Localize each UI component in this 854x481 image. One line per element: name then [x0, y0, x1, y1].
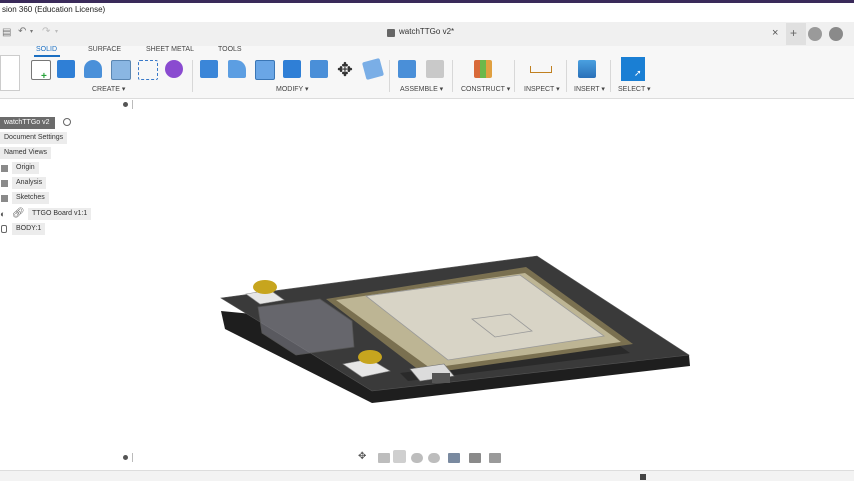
construct-menu[interactable]: CONSTRUCT ▾	[461, 85, 510, 93]
comments-resize-handle[interactable]	[132, 453, 133, 462]
app-title: sion 360 (Education License)	[2, 5, 106, 14]
help-icon[interactable]	[829, 27, 843, 41]
button-bottom-cap	[358, 350, 382, 364]
measure-icon[interactable]	[530, 66, 552, 73]
inspect-menu[interactable]: INSPECT ▾	[524, 85, 560, 93]
active-tab-indicator	[34, 55, 60, 57]
create-form-icon[interactable]	[165, 60, 183, 78]
plus-green-icon: +	[41, 71, 47, 82]
viewport-canvas[interactable]	[0, 111, 854, 449]
plus-icon: +	[790, 26, 798, 40]
pattern-icon[interactable]	[138, 60, 158, 80]
shell-icon[interactable]	[283, 60, 301, 78]
board-model[interactable]	[220, 255, 690, 403]
timeline-marker-icon[interactable]	[640, 474, 646, 480]
fit-icon[interactable]	[428, 453, 440, 463]
press-pull-icon[interactable]	[200, 60, 218, 78]
display-settings-icon[interactable]	[448, 453, 460, 463]
undo-icon[interactable]: ↶	[18, 26, 26, 37]
separator	[566, 60, 567, 92]
button-top-cap	[253, 280, 277, 294]
design-workspace-switcher[interactable]	[0, 55, 20, 91]
tab-tools[interactable]: TOOLS	[218, 46, 242, 53]
document-icon	[387, 29, 395, 37]
comments-collapse-icon[interactable]	[123, 455, 128, 460]
insert-image-icon[interactable]	[578, 60, 596, 78]
move-icon[interactable]: ✥	[337, 59, 353, 82]
chamfer-icon[interactable]	[255, 60, 275, 80]
document-tab[interactable]: watchTTGo v2*	[399, 27, 454, 36]
offset-plane-icon[interactable]	[474, 60, 492, 78]
extrude-icon[interactable]	[57, 60, 75, 78]
insert-menu[interactable]: INSERT ▾	[574, 85, 605, 93]
separator	[192, 60, 193, 92]
title-bar	[0, 0, 854, 22]
close-tab-icon[interactable]: ×	[772, 27, 778, 39]
separator	[452, 60, 453, 92]
combine-icon[interactable]	[310, 60, 328, 78]
status-bar	[0, 470, 854, 481]
tab-sheet-metal[interactable]: SHEET METAL	[146, 46, 194, 53]
look-at-icon[interactable]	[378, 453, 390, 463]
orbit-icon[interactable]: ✥	[358, 451, 366, 462]
create-menu[interactable]: CREATE ▾	[92, 85, 125, 93]
browser-header	[0, 99, 136, 111]
viewports-icon[interactable]	[489, 453, 501, 463]
redo-dropdown-icon[interactable]: ▾	[55, 28, 58, 35]
job-status-icon[interactable]	[808, 27, 822, 41]
tab-surface[interactable]: SURFACE	[88, 46, 121, 53]
select-menu[interactable]: SELECT ▾	[618, 85, 651, 93]
zoom-icon[interactable]	[411, 453, 423, 463]
browser-resize-handle[interactable]	[132, 100, 133, 109]
hole-icon[interactable]	[111, 60, 131, 80]
separator	[514, 60, 515, 92]
undo-dropdown-icon[interactable]: ▾	[30, 28, 33, 35]
joint-icon[interactable]	[426, 60, 444, 78]
assemble-menu[interactable]: ASSEMBLE ▾	[400, 85, 443, 93]
separator	[389, 60, 390, 92]
modify-menu[interactable]: MODIFY ▾	[276, 85, 309, 93]
separator	[610, 60, 611, 92]
browser-collapse-icon[interactable]	[123, 102, 128, 107]
grid-settings-icon[interactable]	[469, 453, 481, 463]
redo-icon[interactable]: ↷	[42, 26, 50, 37]
new-component-icon[interactable]	[398, 60, 416, 78]
pan-icon[interactable]	[393, 450, 406, 463]
switch-knob	[432, 373, 450, 383]
tab-solid[interactable]: SOLID	[36, 46, 57, 53]
cursor-arrow-icon: ➚	[634, 68, 642, 78]
file-menu-icon[interactable]: ▤	[2, 27, 11, 38]
revolve-icon[interactable]	[84, 60, 102, 78]
fillet-icon[interactable]	[228, 60, 246, 78]
